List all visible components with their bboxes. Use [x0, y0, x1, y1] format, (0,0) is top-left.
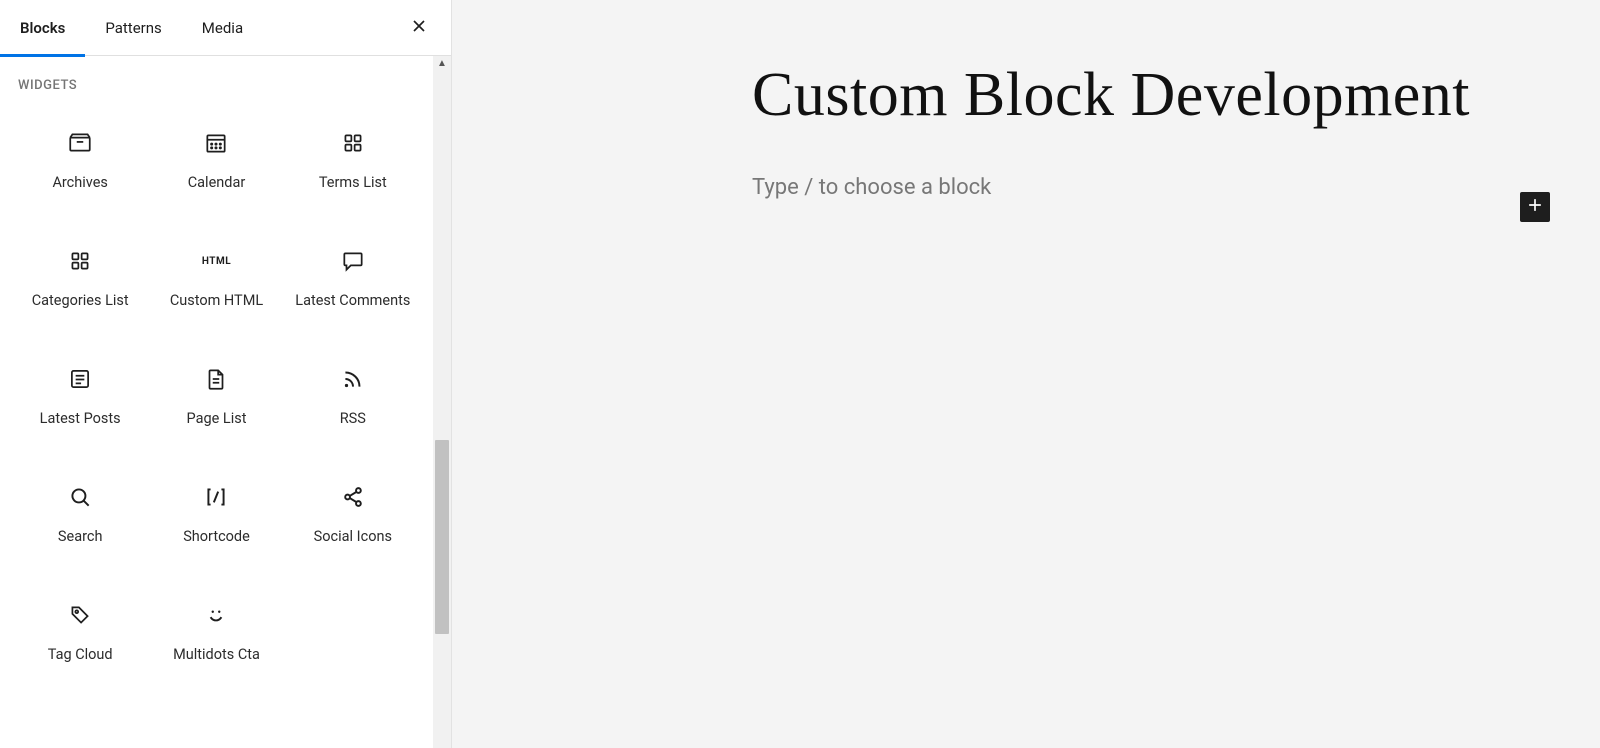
block-multidots-cta[interactable]: Multidots Cta — [148, 583, 284, 691]
block-search[interactable]: Search — [12, 465, 148, 573]
block-tag-cloud[interactable]: Tag Cloud — [12, 583, 148, 691]
block-page-list[interactable]: Page List — [148, 347, 284, 455]
tab-blocks[interactable]: Blocks — [0, 0, 85, 56]
archives-icon — [66, 129, 94, 157]
block-label: Calendar — [188, 173, 246, 193]
block-shortcode[interactable]: Shortcode — [148, 465, 284, 573]
block-latest-posts[interactable]: Latest Posts — [12, 347, 148, 455]
block-label: Archives — [52, 173, 107, 193]
inserter-tabs: Blocks Patterns Media — [0, 0, 451, 56]
block-label: Terms List — [319, 173, 387, 193]
block-rss[interactable]: RSS — [285, 347, 421, 455]
block-label: Categories List — [32, 291, 129, 311]
block-label: Latest Comments — [295, 291, 410, 311]
block-inserter-panel: Blocks Patterns Media Widgets — [0, 0, 452, 748]
block-label: Multidots Cta — [173, 645, 260, 665]
share-icon — [339, 483, 367, 511]
smile-icon — [202, 601, 230, 629]
scroll-thumb[interactable] — [435, 440, 449, 634]
list-box-icon — [66, 365, 94, 393]
block-terms-list[interactable]: Terms List — [285, 111, 421, 219]
comment-icon — [339, 247, 367, 275]
block-label: Shortcode — [183, 527, 250, 547]
block-custom-html[interactable]: HTML Custom HTML — [148, 229, 284, 337]
grid-icon — [339, 129, 367, 157]
block-label: Tag Cloud — [48, 645, 113, 665]
search-icon — [66, 483, 94, 511]
block-label: Social Icons — [314, 527, 392, 547]
block-label: Page List — [187, 409, 247, 429]
block-social-icons[interactable]: Social Icons — [285, 465, 421, 573]
block-calendar[interactable]: Calendar — [148, 111, 284, 219]
plus-icon — [1525, 195, 1545, 219]
grid-icon — [66, 247, 94, 275]
block-placeholder[interactable]: Type / to choose a block — [752, 175, 991, 200]
block-categories-list[interactable]: Categories List — [12, 229, 148, 337]
block-label: Latest Posts — [40, 409, 121, 429]
block-label: RSS — [340, 409, 366, 429]
scroll-up-icon[interactable]: ▲ — [433, 58, 451, 69]
html-icon: HTML — [202, 247, 230, 275]
close-button[interactable] — [403, 12, 435, 44]
shortcode-icon — [202, 483, 230, 511]
block-archives[interactable]: Archives — [12, 111, 148, 219]
block-label: Search — [58, 527, 103, 547]
editor-canvas: Custom Block Development Type / to choos… — [452, 0, 1600, 748]
block-grid: Archives Calendar — [8, 111, 425, 691]
tab-media[interactable]: Media — [182, 0, 263, 56]
section-label-widgets: Widgets — [18, 78, 415, 93]
block-label: Custom HTML — [170, 291, 263, 311]
close-icon — [409, 16, 429, 40]
scrollbar[interactable]: ▲ — [433, 56, 451, 748]
tag-icon — [66, 601, 94, 629]
add-block-button[interactable] — [1520, 192, 1550, 222]
block-latest-comments[interactable]: Latest Comments — [285, 229, 421, 337]
tab-patterns[interactable]: Patterns — [85, 0, 181, 56]
rss-icon — [339, 365, 367, 393]
page-icon — [202, 365, 230, 393]
calendar-icon — [202, 129, 230, 157]
post-title[interactable]: Custom Block Development — [752, 60, 1600, 131]
